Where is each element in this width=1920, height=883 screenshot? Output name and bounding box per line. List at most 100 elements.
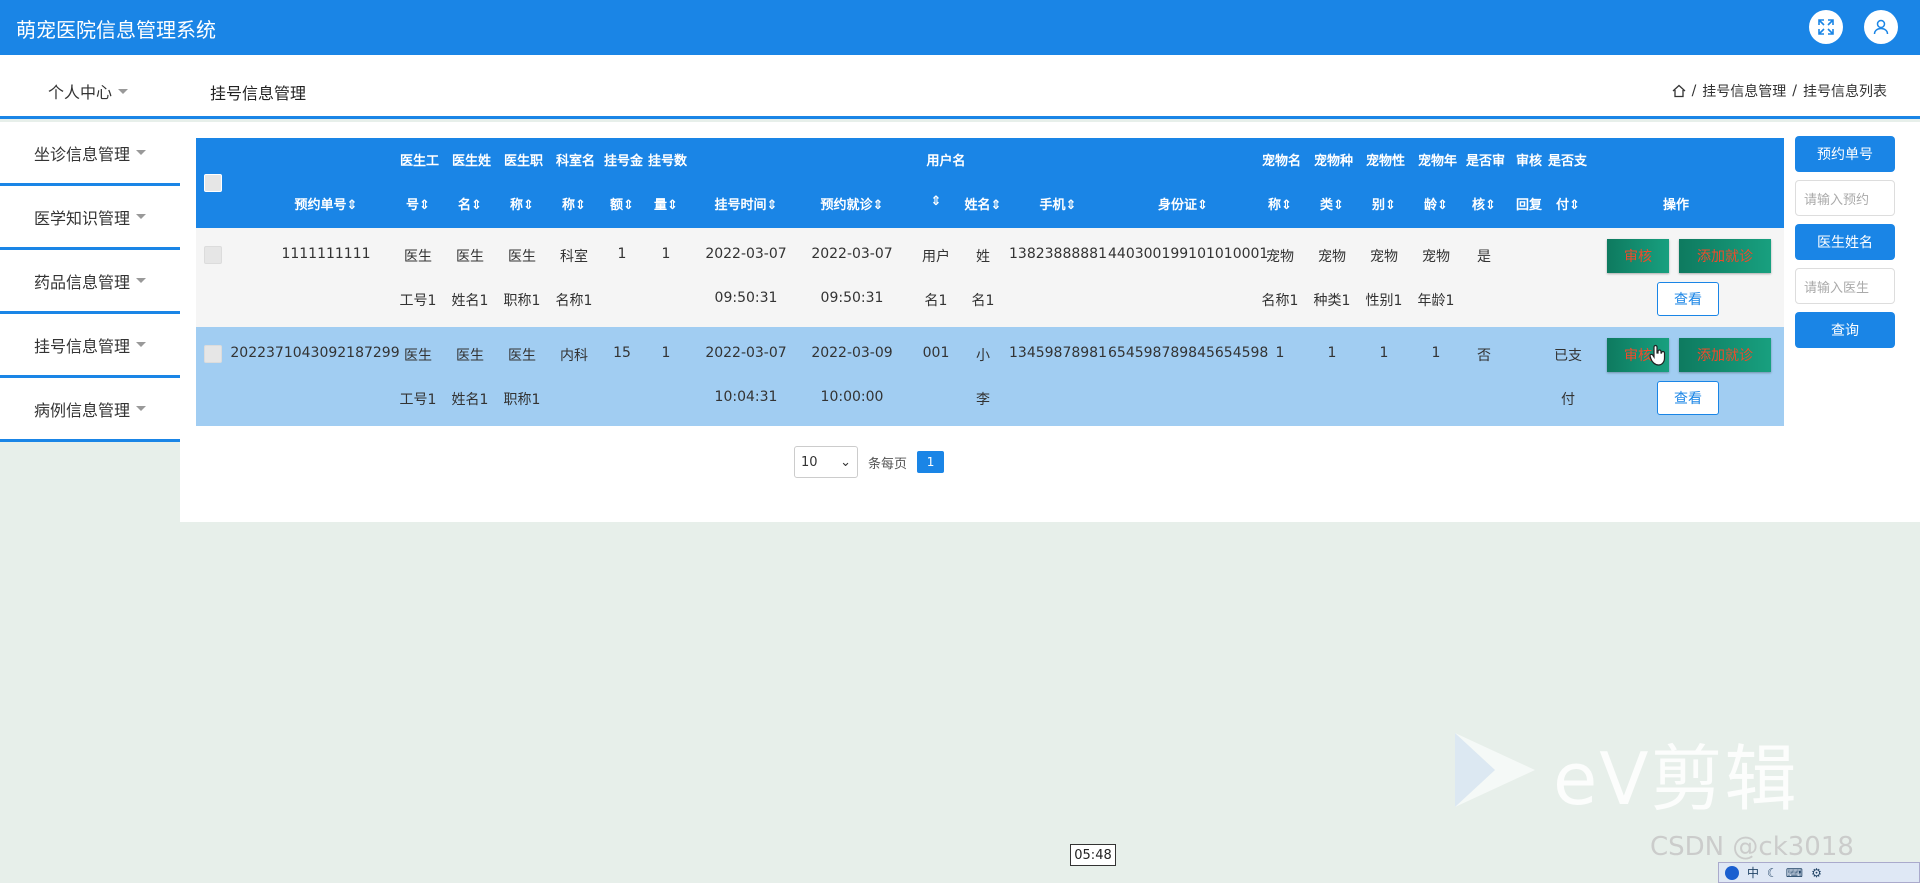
idcard-cell: 440300199101010001 [1108,246,1269,262]
query-button[interactable]: 查询 [1795,312,1895,348]
paid-cell-line2: 付 [1561,392,1575,408]
col-doc-name-top: 医生姓 [452,154,492,169]
order-no-filter-button[interactable]: 预约单号 [1795,136,1895,172]
sidebar-item-registration[interactable]: 挂号信息管理 [0,314,180,378]
row-checkbox[interactable] [204,246,222,264]
page-title: 挂号信息管理 [210,84,307,103]
hand-cursor-icon [1649,344,1666,366]
audit-button[interactable]: 审核 [1607,239,1669,273]
chevron-down-icon [136,214,146,219]
csdn-watermark: CSDN @ck3018 [1650,832,1854,862]
col-pet-sex[interactable]: 别⇕ [1366,194,1402,213]
order-no-cell: 1111111111 [281,246,371,262]
pet-age-cell: 1 [1431,345,1441,361]
sidebar-item-medicine[interactable]: 药品信息管理 [0,250,180,314]
user-avatar-icon[interactable] [1864,10,1898,44]
phone-cell: 13823888881 [1009,246,1107,262]
visit-time-cell: 2022-03-09 [811,345,893,361]
col-name[interactable]: 姓名⇕ [958,194,1008,213]
select-all-checkbox[interactable] [204,174,222,192]
col-dept[interactable]: 称⇕ [556,194,592,213]
col-idcard[interactable]: 身份证⇕ [1108,194,1258,213]
sidebar-item-case[interactable]: 病例信息管理 [0,378,180,442]
sidebar-item-consultation[interactable]: 坐诊信息管理 [0,122,180,186]
table-row[interactable]: 2022371043092187299 医生 工号1 医生 姓名1 医生 职称1… [196,327,1784,426]
col-pet-age-top: 宠物年 [1418,154,1458,169]
personal-center-menu[interactable]: 个人中心 [48,79,129,103]
col-ops: 操作 [1662,198,1689,213]
ime-toolbar[interactable]: 中 ☾ ⌨ ⚙ [1718,862,1920,883]
pet-sex-cell: 1 [1379,345,1389,361]
col-count[interactable]: 量⇕ [648,194,684,213]
col-pet-type[interactable]: 类⇕ [1314,194,1350,213]
view-button[interactable]: 查看 [1657,381,1719,415]
breadcrumb: / 挂号信息管理 / 挂号信息列表 [1672,81,1887,101]
recording-timer: 05:48 [1070,844,1116,866]
ime-logo-icon [1725,865,1739,880]
pet-name-cell: 宠物 [1266,249,1294,265]
add-visit-button[interactable]: 添加就诊 [1679,338,1771,372]
audit-cell: 是 [1477,249,1491,265]
reg-time-cell: 2022-03-07 [705,246,787,262]
chevron-down-icon [136,406,146,411]
col-fee[interactable]: 额⇕ [604,194,640,213]
col-doc-title[interactable]: 称⇕ [504,194,540,213]
header-bar: 个人中心 挂号信息管理 / 挂号信息管理 / 挂号信息列表 [0,55,1920,119]
count-cell: 1 [661,246,671,262]
app-title: 萌宠医院信息管理系统 [16,18,216,42]
doc-title-cell-line2: 职称1 [503,293,541,309]
col-reg-time[interactable]: 挂号时间⇕ [696,194,796,213]
col-order-no[interactable]: 预约单号⇕ [256,194,396,213]
fee-cell: 15 [613,345,631,361]
breadcrumb-separator: / [1691,83,1697,99]
view-button[interactable]: 查看 [1657,282,1719,316]
doc-title-cell-line2: 职称1 [503,392,541,408]
col-dept-top: 科室名 [556,154,596,169]
doctor-name-input[interactable]: 请输入医生 [1795,268,1895,304]
doc-no-cell: 医生 [404,249,432,265]
ime-mode-label: 中 [1747,866,1760,880]
doc-name-cell: 医生 [456,348,484,364]
doctor-name-filter-button[interactable]: 医生姓名 [1795,224,1895,260]
col-paid[interactable]: 付⇕ [1550,194,1586,213]
sidebar-item-label: 挂号信息管理 [33,336,130,356]
col-fee-top: 挂号金 [604,154,644,169]
fullscreen-icon[interactable] [1809,10,1843,44]
col-phone[interactable]: 手机⇕ [1008,194,1108,213]
sidebar-item-medical-knowledge[interactable]: 医学知识管理 [0,186,180,250]
row-checkbox[interactable] [204,345,222,363]
table-row[interactable]: 1111111111 医生 工号1 医生 姓名1 医生 职称1 科室 名称1 1… [196,228,1784,327]
col-doc-no[interactable]: 号⇕ [400,194,436,213]
page-size-value: 10 [801,454,818,470]
ev-logo-icon [1455,733,1535,807]
home-icon[interactable] [1672,84,1686,98]
breadcrumb-item-list: 挂号信息列表 [1803,84,1887,100]
sidebar: 坐诊信息管理 医学知识管理 药品信息管理 挂号信息管理 病例信息管理 [0,122,180,442]
col-pet-age[interactable]: 龄⇕ [1418,194,1454,213]
doc-no-cell: 医生 [404,348,432,364]
order-no-input[interactable]: 请输入预约 [1795,180,1895,216]
order-no-cell: 2022371043092187299 [230,345,400,361]
count-cell: 1 [661,345,671,361]
col-pet-name[interactable]: 称⇕ [1262,194,1298,213]
col-paid-top: 是否支 [1548,154,1588,169]
page-size-select[interactable]: 10 ⌄ [794,446,858,478]
doc-name-cell-line2: 姓名1 [451,293,489,309]
reg-time-cell: 2022-03-07 [705,345,787,361]
breadcrumb-item-registration[interactable]: 挂号信息管理 [1702,81,1786,101]
col-doc-name[interactable]: 名⇕ [452,194,488,213]
username-cell-line2: 名1 [924,293,948,309]
col-audit[interactable]: 核⇕ [1466,194,1502,213]
username-cell: 用户 [922,249,950,265]
pet-age-cell-line2: 年龄1 [1417,293,1455,309]
add-visit-button[interactable]: 添加就诊 [1679,239,1771,273]
col-audit-reply: 回复 [1515,198,1542,213]
name-cell: 小 [976,348,990,364]
col-audit-top: 是否审 [1466,154,1506,169]
pagination: 10 ⌄ 条每页 1 [794,446,945,478]
moon-icon: ☾ [1767,865,1778,880]
col-visit-time[interactable]: 预约就诊⇕ [800,194,904,213]
page-number-current[interactable]: 1 [917,451,945,473]
name-cell: 姓 [976,249,990,265]
col-username[interactable]: ⇕ [918,194,954,209]
